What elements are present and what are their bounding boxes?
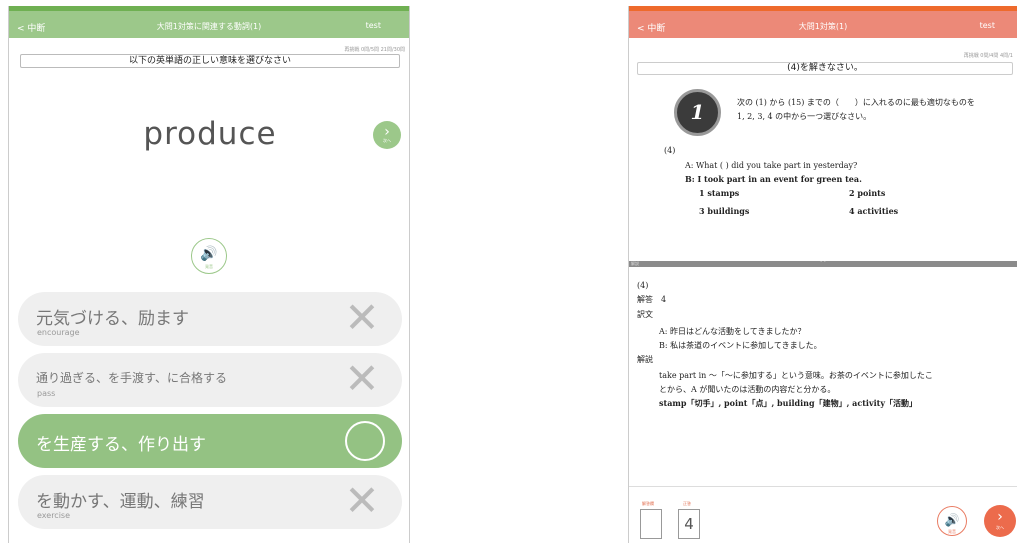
pronunciation-button[interactable]: 🔊 発音 [191,238,227,274]
next-button[interactable]: › 次へ [984,505,1016,537]
dialogue-line-a: A: What ( ) did you take part in yesterd… [685,161,858,170]
progress-stats: 再挑戦 0問/4問 4問/1 [963,53,1013,59]
pronunciation-button[interactable]: 🔊 発音 [937,506,967,536]
choice-option-3[interactable]: を生産する、作り出す [18,414,402,468]
circle-correct-icon [345,421,385,461]
cross-icon: ✕ [344,293,380,342]
explanation-line: take part in ～「～に参加する」という意味。お茶のイベントに参加した… [659,371,933,380]
grammar-question-screen: < 中断 大問1対策(1) test 再挑戦 0問/4問 4問/1 (4)を解き… [628,6,1017,543]
vocab-quiz-screen: < 中断 大問1対策に関連する動詞(1) test 再挑戦 0問/5問 21問/… [8,6,410,543]
translation-b: B: 私は茶道のイベントに参加してきました。 [659,341,822,350]
dialogue-line-b: B: I took part in an event for green tea… [685,174,862,184]
cross-icon: ✕ [344,354,380,403]
choice-word: exercise [37,511,71,520]
correct-answer-box: 4 [678,509,700,539]
translation-heading: 訳文 [637,310,653,319]
question-text-line: 次の (1) から (15) までの（ ）に入れるのに最も適切なものを [737,98,975,107]
choice-text: 通り過ぎる、を手渡す、に合格する [36,371,228,385]
option-2: 2 points [849,188,886,198]
choice-option-2[interactable]: 通り過ぎる、を手渡す、に合格する pass ✕ [18,353,402,407]
answer-area-box[interactable] [640,509,662,539]
user-name: test [365,21,381,30]
pronunciation-label: 発音 [205,264,213,269]
next-label: 次へ [996,525,1004,530]
choice-text: を動かす、運動、練習 [36,492,205,512]
option-3: 3 buildings [699,206,750,216]
screen-title: 大問1対策(1) [798,22,848,31]
speaker-icon: 🔊 [944,513,960,527]
progress-stats: 再挑戦 0問/5問 21問/30問 [344,47,405,53]
next-button[interactable]: › 次へ [373,121,401,149]
explanation-line: stamp「切手」, point「点」, building「建物」, activ… [659,398,917,408]
question-text-line: 1, 2, 3, 4 の中から一つ選びなさい。 [737,112,872,121]
choice-text: 元気づける、励ます [36,309,189,329]
choice-word: pass [37,389,56,398]
explanation-divider[interactable]: 解説 ^ [629,258,1017,267]
question-number-badge: 1 [674,89,721,136]
speaker-icon: 🔊 [200,246,218,262]
choice-option-1[interactable]: 元気づける、励ます encourage ✕ [18,292,402,346]
choice-text: を生産する、作り出す [36,435,206,455]
user-name: test [979,21,995,30]
chevron-right-icon: › [997,509,1003,525]
nav-bar: < 中断 大問1対策に関連する動詞(1) test [9,6,409,38]
instruction-box: (4)を解きなさい。 [637,62,1013,75]
caret-up-icon: ^ [819,258,827,267]
option-1: 1 stamps [699,188,740,198]
choice-word: encourage [37,328,80,337]
answer-label: (4) [637,281,649,290]
answer-area-label: 解答欄 [642,501,654,506]
cross-icon: ✕ [344,476,380,525]
instruction-box: 以下の英単語の正しい意味を選びなさい [20,54,400,68]
screen-title: 大問1対策に関連する動詞(1) [156,22,262,31]
correct-answer-label: 正答 [683,501,691,506]
translation-a: A: 昨日はどんな活動をしてきましたか？ [659,327,806,336]
question-label: (4) [664,146,676,155]
bottom-divider [629,486,1017,487]
target-word: produce [143,116,277,152]
explanation-line: とから、A が聞いたのは活動の内容だと分かる。 [659,385,836,394]
answer-line: 解答 4 [637,295,667,304]
option-4: 4 activities [849,206,899,216]
nav-bar: < 中断 大問1対策(1) test [629,6,1017,38]
choice-option-4[interactable]: を動かす、運動、練習 exercise ✕ [18,475,402,529]
pronunciation-label: 発音 [948,529,956,534]
explanation-heading: 解説 [637,355,653,364]
next-label: 次へ [383,138,391,143]
question-instructions: 次の (1) から (15) までの（ ）に入れるのに最も適切なものを 1, 2… [737,96,1017,124]
